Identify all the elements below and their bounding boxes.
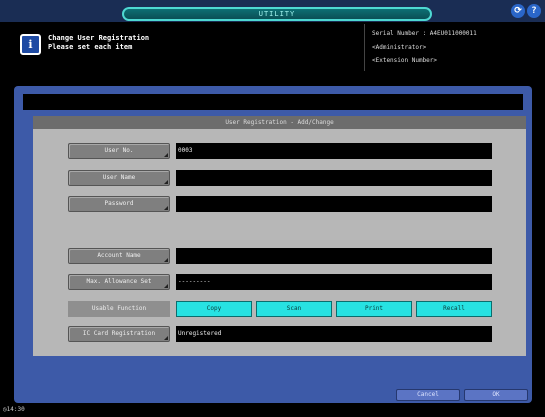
utility-title-tab: UTILITY [122, 7, 432, 21]
print-function-button[interactable]: Print [336, 301, 412, 317]
ic-card-registration-button[interactable]: IC Card Registration [68, 326, 170, 342]
user-role: <Administrator> [372, 44, 427, 51]
ic-card-status: Unregistered [176, 326, 492, 342]
copy-function-button[interactable]: Copy [176, 301, 252, 317]
status-icon[interactable]: ⟳ [511, 4, 525, 18]
utility-title: UTILITY [258, 10, 296, 18]
panel-title: User Registration - Add/Change [33, 116, 526, 129]
help-icon[interactable]: ? [527, 4, 541, 18]
user-no-field: 0003 [176, 143, 492, 159]
clock-time: 14:30 [6, 406, 25, 413]
cancel-button[interactable]: Cancel [396, 389, 460, 401]
account-name-button[interactable]: Account Name [68, 248, 170, 264]
account-name-label: Account Name [97, 252, 141, 259]
message-line-2: Please set each item [48, 43, 133, 51]
extension-number: <Extension Number> [372, 57, 438, 64]
machine-status: Serial Number : A4EU011000011 <Administr… [364, 24, 545, 71]
max-allowance-field: --------- [176, 274, 492, 290]
user-no-button[interactable]: User No. [68, 143, 170, 159]
ok-button[interactable]: OK [464, 389, 528, 401]
clock: ◷14:30 [3, 406, 25, 413]
password-field [176, 196, 492, 212]
message-line-1: Change User Registration [48, 34, 150, 42]
user-name-label: User Name [102, 174, 136, 181]
password-button[interactable]: Password [68, 196, 170, 212]
ic-card-label: IC Card Registration [82, 330, 156, 337]
max-allowance-button[interactable]: Max. Allowance Set [68, 274, 170, 290]
password-label: Password [104, 200, 134, 207]
usable-function-label: Usable Function [68, 301, 170, 317]
scan-function-button[interactable]: Scan [256, 301, 332, 317]
serial-number: Serial Number : A4EU011000011 [372, 30, 477, 37]
account-name-field [176, 248, 492, 264]
user-name-button[interactable]: User Name [68, 170, 170, 186]
user-no-label: User No. [104, 147, 134, 154]
info-icon: i [20, 34, 41, 55]
max-allowance-label: Max. Allowance Set [86, 278, 152, 285]
recall-function-button[interactable]: Recall [416, 301, 492, 317]
user-name-field [176, 170, 492, 186]
panel-header-strip [23, 94, 523, 110]
